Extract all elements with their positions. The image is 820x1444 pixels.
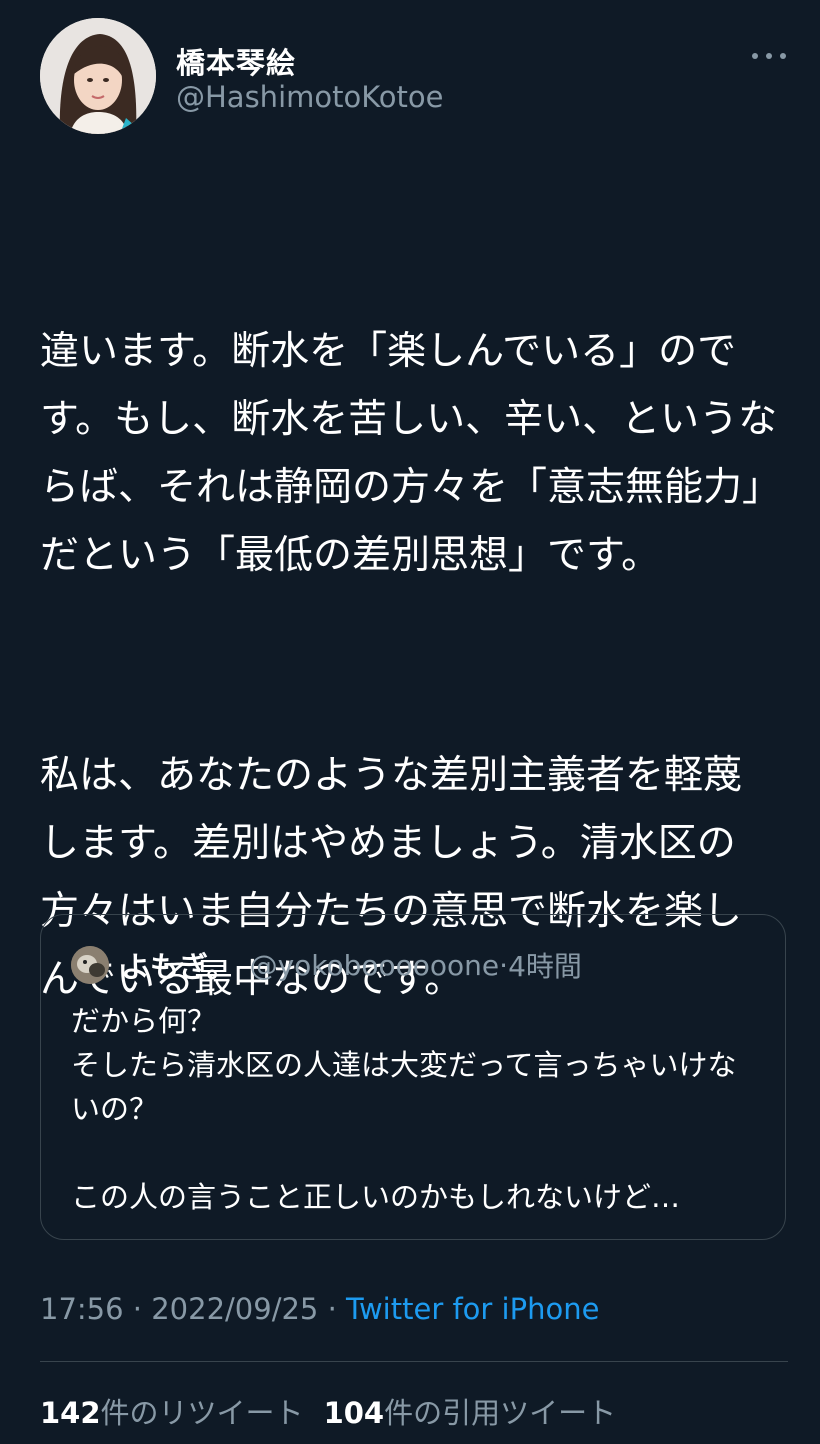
retweets-count: 142 xyxy=(40,1396,101,1430)
tweet-page: 橋本琴絵 @HashimotoKotoe 違います。断水を「楽しんでいる」のです… xyxy=(0,0,820,1444)
retweets-label: 件のリツイート xyxy=(100,1396,304,1430)
retweets-stat[interactable]: 142件のリツイート xyxy=(40,1390,304,1432)
tweet-stats: 142件のリツイート 104件の引用ツイート xyxy=(40,1390,616,1432)
tweet-source-link[interactable]: Twitter for iPhone xyxy=(346,1292,599,1326)
more-dot xyxy=(780,53,786,59)
meta-separator: · xyxy=(318,1292,347,1326)
tweet-meta: 17:56 · 2022/09/25 · Twitter for iPhone xyxy=(40,1292,599,1326)
quoted-timestamp: 4時間 xyxy=(508,950,582,983)
author-handle[interactable]: @HashimotoKotoe xyxy=(176,80,444,114)
author-avatar[interactable] xyxy=(40,18,156,134)
tweet-time: 17:56 xyxy=(40,1292,124,1326)
quoted-author-name: よもぎ。 xyxy=(121,950,236,984)
quoted-tweet-text: だから何？ そしたら清水区の人達は大変だって言っちゃいけないの？ この人の言うこ… xyxy=(71,1004,737,1214)
quoted-author-avatar xyxy=(71,946,109,984)
divider xyxy=(40,1361,788,1362)
quotes-count: 104 xyxy=(323,1396,385,1430)
quote-tweets-stat[interactable]: 104件の引用ツイート xyxy=(324,1390,617,1432)
quoted-separator: · xyxy=(499,948,509,982)
tweet-date: 2022/09/25 xyxy=(151,1292,319,1326)
more-dot xyxy=(766,53,772,59)
author-display-name[interactable]: 橋本琴絵 xyxy=(176,40,296,82)
quoted-tweet[interactable]: よもぎ。 @yokoboooooone · 4時間 だから何？ そしたら清水区の… xyxy=(40,914,786,1240)
tweet-paragraph: 違います。断水を「楽しんでいる」のです。もし、断水を苦しい、辛い、というならば、… xyxy=(40,329,778,578)
meta-separator: · xyxy=(123,1292,152,1326)
more-horizontal-icon[interactable] xyxy=(752,44,786,68)
more-dot xyxy=(752,53,758,59)
quoted-tweet-header: よもぎ。 @yokoboooooone · 4時間 xyxy=(71,945,582,985)
quotes-label: 件の引用ツイート xyxy=(384,1396,617,1430)
quoted-author-handle: @yokoboooooone xyxy=(249,948,500,982)
